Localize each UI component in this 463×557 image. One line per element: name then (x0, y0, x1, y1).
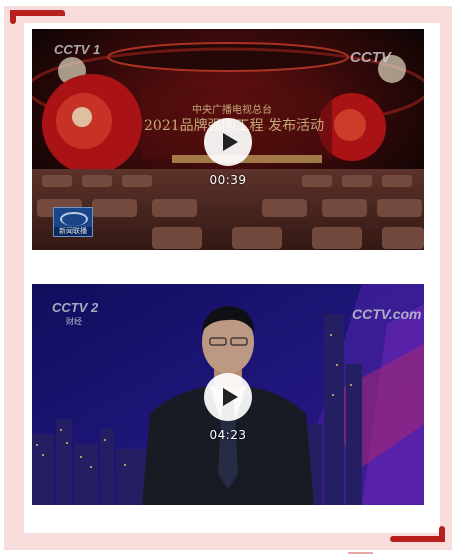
corner-accent-bottom-right (390, 526, 445, 542)
play-button[interactable] (204, 373, 252, 421)
video-duration: 04:23 (209, 428, 247, 442)
footer-divider (348, 552, 373, 554)
video-duration: 00:39 (209, 173, 247, 187)
play-button[interactable] (204, 118, 252, 166)
corner-accent-top-left (10, 10, 65, 24)
video-player-2[interactable]: CCTV 2 财经 CCTV.com 04:23 (32, 284, 424, 505)
video-player-1[interactable]: CCTV 1 CCTV 中央广播电视总台 2021品牌强国工程 发布活动 新闻联… (32, 29, 424, 250)
